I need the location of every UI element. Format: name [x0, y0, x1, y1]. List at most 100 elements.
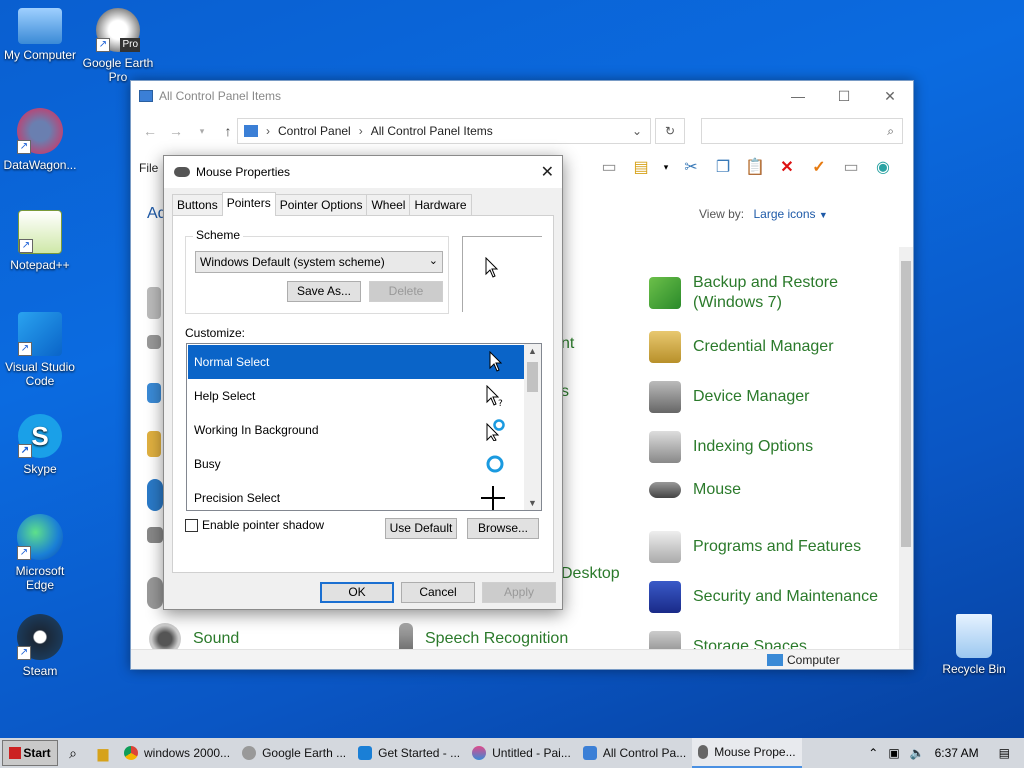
cp-item-programs-features[interactable]: Programs and Features — [649, 531, 861, 563]
clock[interactable]: 6:37 AM — [935, 746, 979, 760]
customize-label: Customize: — [185, 326, 246, 340]
paste-icon[interactable]: 📋 — [743, 155, 767, 179]
cp-item-mouse[interactable]: Mouse — [649, 481, 741, 499]
cp-item-partial-nt[interactable]: nt — [561, 335, 574, 353]
file-menu[interactable]: File — [139, 161, 158, 175]
start-button[interactable]: Start — [2, 740, 58, 766]
search-input[interactable]: ⌕ — [701, 118, 903, 144]
copy-icon[interactable]: ❐ — [711, 155, 735, 179]
taskbar-app-vscode[interactable]: Get Started - ... — [352, 738, 466, 768]
file-explorer-icon[interactable]: ▆ — [88, 745, 118, 762]
tab-hardware[interactable]: Hardware — [409, 194, 472, 216]
tab-pointers[interactable]: Pointers — [221, 192, 276, 216]
taskbar-app-mouse-properties[interactable]: Mouse Prope... — [692, 738, 802, 768]
delete-button[interactable]: Delete — [369, 281, 443, 302]
forward-button[interactable]: → — [163, 123, 189, 139]
scheme-select[interactable]: Windows Default (system scheme) ⌄ — [195, 251, 443, 273]
desktop-icon-steam[interactable]: ↗ Steam — [0, 614, 80, 678]
ok-button[interactable]: OK — [320, 582, 394, 603]
desktop-icon-label: Recycle Bin — [942, 662, 1006, 676]
tab-buttons[interactable]: Buttons — [172, 194, 223, 216]
list-item-busy[interactable]: Busy — [188, 447, 524, 481]
shortcut-arrow-icon: ↗ — [17, 546, 31, 560]
chevron-up-icon[interactable]: ⌃ — [868, 746, 878, 760]
cp-item-device-manager[interactable]: Device Manager — [649, 381, 810, 413]
network-icon[interactable]: ▣ — [888, 746, 899, 760]
taskbar-app-control-panel[interactable]: All Control Pa... — [577, 738, 692, 768]
desktop-icon-google-earth[interactable]: ↗ Pro Google Earth Pro — [78, 8, 158, 84]
back-button[interactable]: ← — [137, 123, 163, 139]
list-item-normal-select[interactable]: Normal Select — [188, 345, 524, 379]
desktop-icon-my-computer[interactable]: My Computer — [0, 8, 80, 62]
cp-item-backup-restore[interactable]: Backup and Restore (Windows 7) — [649, 273, 843, 313]
pointer-shadow-checkbox[interactable] — [185, 518, 198, 532]
taskbar-app-paint[interactable]: Untitled - Pai... — [466, 738, 577, 768]
chevron-down-icon[interactable]: ▼ — [819, 210, 828, 220]
scroll-down-icon[interactable]: ▼ — [524, 498, 541, 508]
vertical-scrollbar[interactable] — [899, 247, 913, 651]
desktop-icon-vscode[interactable]: ↗ Visual Studio Code — [0, 312, 80, 388]
checkmark-icon[interactable]: ✓ — [807, 155, 831, 179]
address-box[interactable]: › Control Panel › All Control Panel Item… — [237, 118, 651, 144]
taskbar-app-label: Untitled - Pai... — [492, 746, 571, 760]
notifications-icon[interactable]: ▤ — [999, 746, 1010, 760]
status-computer-label: Computer — [787, 653, 840, 667]
cp-item-security-maintenance[interactable]: Security and Maintenance — [649, 581, 878, 613]
taskbar-app-label: Mouse Prope... — [714, 745, 796, 759]
close-icon[interactable]: ✕ — [541, 162, 554, 182]
cp-item-speech[interactable]: Speech Recognition — [399, 623, 568, 651]
breadcrumb-control-panel[interactable]: Control Panel — [278, 124, 351, 138]
desktop-icon-edge[interactable]: ↗ Microsoft Edge — [0, 514, 80, 592]
desktop-icon-recycle-bin[interactable]: Recycle Bin — [934, 614, 1014, 676]
search-icon[interactable]: ⌕ — [58, 745, 88, 762]
properties-icon[interactable]: ▤ — [629, 155, 653, 179]
close-button[interactable]: ✕ — [867, 81, 913, 111]
scrollbar-thumb[interactable] — [901, 261, 911, 547]
cp-item-partial-desktop[interactable]: Desktop — [561, 565, 620, 583]
apply-button[interactable]: Apply — [482, 582, 556, 603]
list-scrollbar[interactable]: ▲ ▼ — [524, 344, 541, 510]
cut-icon[interactable]: ✂ — [679, 155, 703, 179]
view-by-dropdown[interactable]: Large icons — [753, 207, 815, 221]
scroll-up-icon[interactable]: ▲ — [524, 346, 541, 356]
enable-pointer-shadow[interactable]: Enable pointer shadow — [185, 518, 324, 532]
desktop-icon-skype[interactable]: S ↗ Skype — [0, 414, 80, 476]
layout-pane-icon[interactable]: ▭ — [597, 155, 621, 179]
rename-icon[interactable]: ▭ — [839, 155, 863, 179]
save-as-button[interactable]: Save As... — [287, 281, 361, 302]
list-item-precision-select[interactable]: Precision Select — [188, 481, 524, 510]
minimize-button[interactable]: — — [775, 81, 821, 111]
list-item-working-background[interactable]: Working In Background — [188, 413, 524, 447]
browse-button[interactable]: Browse... — [467, 518, 539, 539]
globe-icon[interactable]: ◉ — [871, 155, 895, 179]
dropdown-icon[interactable]: ▾ — [661, 155, 671, 179]
cancel-button[interactable]: Cancel — [401, 582, 475, 603]
breadcrumb-all-items[interactable]: All Control Panel Items — [371, 124, 493, 138]
maximize-button[interactable]: ☐ — [821, 81, 867, 111]
refresh-button[interactable]: ↻ — [655, 118, 685, 144]
delete-icon[interactable]: ✕ — [775, 155, 799, 179]
tab-pointer-options[interactable]: Pointer Options — [274, 194, 368, 216]
mouse-properties-dialog[interactable]: Mouse Properties ✕ Buttons Pointers Poin… — [163, 155, 563, 610]
address-dropdown-icon[interactable]: ⌄ — [632, 124, 642, 138]
dialog-titlebar[interactable]: Mouse Properties — [164, 156, 562, 188]
tab-wheel[interactable]: Wheel — [366, 194, 411, 216]
taskbar-app-chrome[interactable]: windows 2000... — [118, 738, 236, 768]
list-item-label: Working In Background — [194, 423, 319, 437]
view-by-label: View by: — [699, 207, 745, 221]
cp-item-sound[interactable]: Sound — [149, 623, 239, 651]
scrollbar-thumb[interactable] — [527, 362, 538, 392]
pointer-list[interactable]: Normal Select Help Select ? Working In B… — [186, 343, 542, 511]
list-item-help-select[interactable]: Help Select ? — [188, 379, 524, 413]
volume-icon[interactable]: 🔈 — [910, 746, 925, 760]
cp-item-storage-spaces[interactable]: Storage Spaces — [649, 631, 807, 651]
credential-vault-icon — [649, 331, 681, 363]
recent-dropdown-icon[interactable]: ▾ — [189, 126, 215, 137]
desktop-icon-label: Notepad++ — [10, 258, 70, 272]
desktop-icon-notepadpp[interactable]: ↗ Notepad++ — [0, 210, 80, 272]
desktop-icon-datawagon[interactable]: ↗ DataWagon... — [0, 108, 80, 172]
taskbar-app-google-earth[interactable]: Google Earth ... — [236, 738, 352, 768]
use-default-button[interactable]: Use Default — [385, 518, 457, 539]
cp-item-credential-manager[interactable]: Credential Manager — [649, 331, 834, 363]
cp-item-indexing-options[interactable]: Indexing Options — [649, 431, 813, 463]
